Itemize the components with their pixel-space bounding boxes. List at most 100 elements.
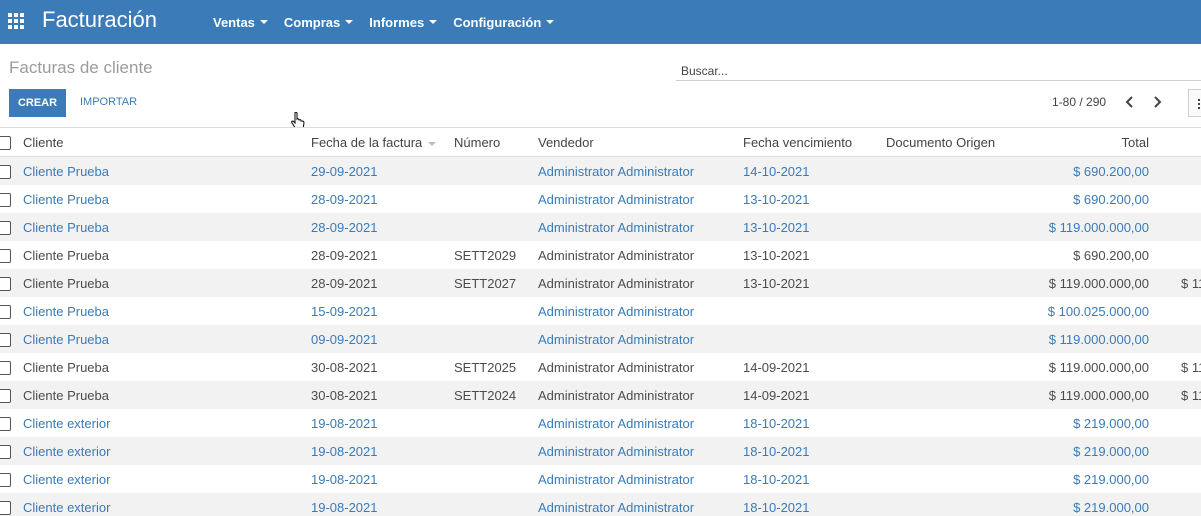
row-checkbox[interactable]	[0, 277, 11, 291]
table-body: Cliente Prueba 29-09-2021 Administrator Ad…	[0, 157, 1201, 516]
column-header-number[interactable]: Número	[454, 135, 500, 150]
table-row[interactable]: Cliente exterior 19-08-2021 Administrator …	[0, 409, 1201, 437]
table-row[interactable]: Cliente Prueba 28-09-2021 Administrator Ad…	[0, 185, 1201, 213]
cell-date: 28-09-2021	[311, 192, 378, 207]
sort-down-icon	[428, 141, 437, 146]
row-checkbox[interactable]	[0, 221, 11, 235]
cell-due: 18-10-2021	[743, 416, 810, 431]
cell-due: 14-10-2021	[743, 164, 810, 179]
column-header-total[interactable]: Total	[1122, 135, 1149, 150]
table-row[interactable]: Cliente exterior 19-08-2021 Administrator …	[0, 437, 1201, 465]
cell-due: 14-09-2021	[743, 360, 810, 375]
cell-date: 19-08-2021	[311, 500, 378, 515]
table-row[interactable]: Cliente Prueba 28-09-2021 SETT2029 Administ…	[0, 241, 1201, 269]
caret-down-icon	[429, 20, 438, 24]
cell-date: 19-08-2021	[311, 444, 378, 459]
cell-vendor: Administrator Administrator	[538, 360, 695, 375]
cell-number: SETT2024	[454, 388, 517, 403]
apps-grid-icon[interactable]	[8, 13, 25, 30]
cell-due: 13-10-2021	[743, 248, 810, 263]
table-row[interactable]: Cliente Prueba 29-09-2021 Administrator Ad…	[0, 157, 1201, 185]
cell-total: $ 219.000,00	[1073, 472, 1149, 487]
column-header-label: Fecha de la factura	[311, 135, 423, 150]
column-header-client[interactable]: Cliente	[23, 135, 63, 150]
search-input[interactable]	[676, 58, 1201, 81]
cell-vendor: Administrator Administrator	[538, 500, 695, 515]
chevron-right-icon[interactable]	[1151, 95, 1163, 109]
cell-client: Cliente Prueba	[23, 332, 109, 347]
cell-vendor: Administrator Administrator	[538, 304, 695, 319]
row-checkbox[interactable]	[0, 361, 11, 375]
row-checkbox[interactable]	[0, 249, 11, 263]
column-header-vendor[interactable]: Vendedor	[538, 135, 594, 150]
table-row[interactable]: Cliente Prueba 15-09-2021 Administrator Ad…	[0, 297, 1201, 325]
cell-date: 09-09-2021	[311, 332, 378, 347]
cell-client: Cliente Prueba	[23, 220, 109, 235]
cell-client: Cliente exterior	[23, 500, 111, 515]
cell-extra: $ 11	[1181, 360, 1201, 375]
table-row[interactable]: Cliente Prueba 28-09-2021 Administrator Ad…	[0, 213, 1201, 241]
import-button[interactable]: IMPORTAR	[80, 96, 137, 108]
table-header: Cliente Fecha de la factura Número Vende…	[0, 128, 1201, 157]
cell-total: $ 119.000.000,00	[1048, 276, 1149, 291]
table-row[interactable]: Cliente Prueba 30-08-2021 SETT2024 Administ…	[0, 381, 1201, 409]
cell-total: $ 219.000,00	[1073, 500, 1149, 515]
row-checkbox[interactable]	[0, 193, 11, 207]
cell-total: $ 690.200,00	[1073, 248, 1149, 263]
row-checkbox[interactable]	[0, 333, 11, 347]
column-header-due[interactable]: Fecha vencimiento	[743, 135, 852, 150]
pager-value[interactable]: 1-80 / 290	[1052, 95, 1106, 109]
row-checkbox[interactable]	[0, 305, 11, 319]
cell-total: $ 219.000,00	[1073, 444, 1149, 459]
cell-vendor: Administrator Administrator	[538, 248, 695, 263]
cell-date: 15-09-2021	[311, 304, 378, 319]
row-checkbox[interactable]	[0, 389, 11, 403]
table-row[interactable]: Cliente exterior 19-08-2021 Administrator …	[0, 493, 1201, 516]
chevron-left-icon[interactable]	[1124, 95, 1136, 109]
column-header-date[interactable]: Fecha de la factura	[311, 135, 437, 150]
create-button[interactable]: CREAR	[9, 89, 66, 117]
cell-due: 13-10-2021	[743, 276, 810, 291]
table-row[interactable]: Cliente Prueba 09-09-2021 Administrator Ad…	[0, 325, 1201, 353]
menu-item-configuracion[interactable]: Configuración	[453, 15, 555, 30]
menu-item-label: Compras	[283, 14, 341, 30]
table-row[interactable]: Cliente Prueba 30-08-2021 SETT2025 Administ…	[0, 353, 1201, 381]
cell-vendor: Administrator Administrator	[538, 164, 695, 179]
menu-item-informes[interactable]: Informes	[369, 15, 438, 30]
cell-vendor: Administrator Administrator	[538, 220, 695, 235]
select-all-checkbox[interactable]	[0, 136, 11, 150]
cell-client: Cliente Prueba	[23, 164, 109, 179]
cell-due: 18-10-2021	[743, 444, 810, 459]
table-row[interactable]: Cliente Prueba 28-09-2021 SETT2027 Administ…	[0, 269, 1201, 297]
row-checkbox[interactable]	[0, 445, 11, 459]
cell-client: Cliente Prueba	[23, 276, 109, 291]
cell-due: 13-10-2021	[743, 220, 810, 235]
cell-extra: $ 11	[1181, 388, 1201, 403]
cell-vendor: Administrator Administrator	[538, 332, 695, 347]
cell-client: Cliente exterior	[23, 444, 111, 459]
row-checkbox[interactable]	[0, 473, 11, 487]
cell-date: 28-09-2021	[311, 220, 378, 235]
table-row[interactable]: Cliente exterior 19-08-2021 Administrator …	[0, 465, 1201, 493]
caret-down-icon	[259, 20, 268, 24]
cell-number: SETT2025	[454, 360, 517, 375]
row-checkbox[interactable]	[0, 165, 11, 179]
cell-total: $ 119.000.000,00	[1048, 388, 1149, 403]
column-header-origin[interactable]: Documento Origen	[886, 135, 995, 150]
cell-vendor: Administrator Administrator	[538, 416, 695, 431]
cell-client: Cliente exterior	[23, 472, 111, 487]
cell-vendor: Administrator Administrator	[538, 276, 695, 291]
cell-number: SETT2029	[454, 248, 517, 263]
more-options-icon[interactable]	[1188, 89, 1201, 117]
cell-extra: $ 11	[1181, 276, 1201, 291]
row-checkbox[interactable]	[0, 417, 11, 431]
app-title: Facturación	[42, 7, 157, 32]
menu-item-label: Ventas	[213, 14, 255, 30]
row-checkbox[interactable]	[0, 501, 11, 515]
cell-date: 30-08-2021	[311, 360, 378, 375]
cell-vendor: Administrator Administrator	[538, 472, 695, 487]
menu-item-ventas[interactable]: Ventas	[213, 15, 268, 30]
cell-total: $ 119.000.000,00	[1048, 220, 1149, 235]
menu-item-compras[interactable]: Compras	[283, 14, 354, 30]
cell-due: 13-10-2021	[743, 192, 810, 207]
